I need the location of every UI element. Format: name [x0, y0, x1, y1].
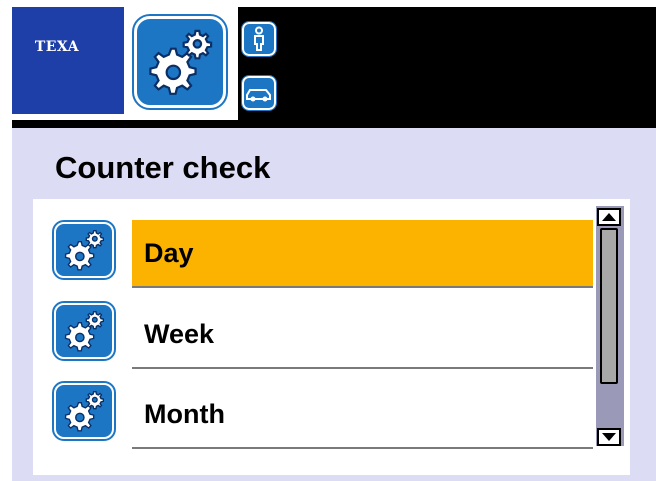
texa-logo: TEXA [12, 7, 124, 114]
page-title: Counter check [55, 150, 271, 185]
screen: TEXA Counter check Day Week Month [0, 0, 656, 481]
menu-item-day[interactable]: Day [52, 220, 595, 294]
gears-icon [64, 229, 105, 271]
scroll-down-button[interactable] [597, 428, 621, 446]
vehicle-button[interactable] [241, 75, 277, 111]
car-icon [246, 89, 271, 102]
scrollbar-thumb[interactable] [600, 228, 618, 384]
gears-icon [149, 29, 213, 95]
menu-item-label: Day [132, 220, 593, 288]
arrow-down-icon [602, 433, 616, 441]
menu-item-icon [52, 220, 116, 280]
scrollbar[interactable] [596, 206, 624, 446]
user-button[interactable] [241, 21, 277, 57]
menu-item-month[interactable]: Month [52, 381, 595, 455]
menu-item-week[interactable]: Week [52, 301, 595, 375]
menu-item-label: Week [132, 301, 593, 369]
settings-gears-button[interactable] [132, 14, 228, 110]
menu-item-icon [52, 301, 116, 361]
arrow-up-icon [602, 213, 616, 221]
gears-icon [64, 390, 105, 432]
person-icon [254, 26, 264, 51]
gears-icon [64, 310, 105, 352]
menu-item-label: Month [132, 381, 593, 449]
menu-item-icon [52, 381, 116, 441]
logo-text: TEXA [34, 38, 80, 55]
header-bar: TEXA [0, 0, 656, 128]
scroll-up-button[interactable] [597, 208, 621, 226]
